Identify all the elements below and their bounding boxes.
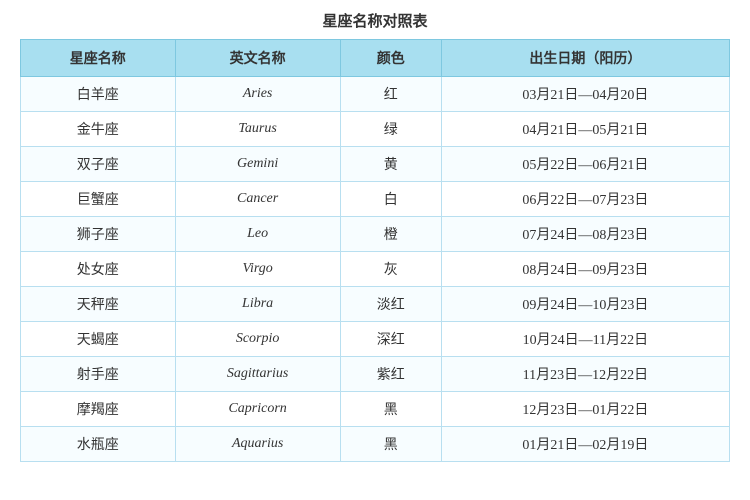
table-row: 狮子座Leo橙07月24日—08月23日 (21, 217, 730, 252)
cell-dates: 01月21日—02月19日 (441, 427, 729, 462)
cell-color: 深红 (340, 322, 441, 357)
cell-color: 黑 (340, 392, 441, 427)
cell-chinese-name: 射手座 (21, 357, 176, 392)
header-english-name: 英文名称 (175, 40, 340, 77)
cell-dates: 06月22日—07月23日 (441, 182, 729, 217)
cell-color: 红 (340, 77, 441, 112)
cell-dates: 12月23日—01月22日 (441, 392, 729, 427)
cell-chinese-name: 双子座 (21, 147, 176, 182)
cell-english-name: Aries (175, 77, 340, 112)
cell-dates: 09月24日—10月23日 (441, 287, 729, 322)
cell-dates: 05月22日—06月21日 (441, 147, 729, 182)
cell-dates: 03月21日—04月20日 (441, 77, 729, 112)
table-row: 摩羯座Capricorn黑12月23日—01月22日 (21, 392, 730, 427)
page-title: 星座名称对照表 (20, 10, 730, 31)
table-row: 处女座Virgo灰08月24日—09月23日 (21, 252, 730, 287)
cell-english-name: Libra (175, 287, 340, 322)
cell-chinese-name: 狮子座 (21, 217, 176, 252)
cell-english-name: Leo (175, 217, 340, 252)
table-row: 天秤座Libra淡红09月24日—10月23日 (21, 287, 730, 322)
table-row: 射手座Sagittarius紫红11月23日—12月22日 (21, 357, 730, 392)
table-row: 天蝎座Scorpio深红10月24日—11月22日 (21, 322, 730, 357)
cell-english-name: Scorpio (175, 322, 340, 357)
table-row: 双子座Gemini黄05月22日—06月21日 (21, 147, 730, 182)
cell-chinese-name: 天蝎座 (21, 322, 176, 357)
table-row: 水瓶座Aquarius黑01月21日—02月19日 (21, 427, 730, 462)
cell-english-name: Taurus (175, 112, 340, 147)
cell-chinese-name: 天秤座 (21, 287, 176, 322)
cell-chinese-name: 白羊座 (21, 77, 176, 112)
cell-english-name: Cancer (175, 182, 340, 217)
cell-dates: 11月23日—12月22日 (441, 357, 729, 392)
cell-chinese-name: 水瓶座 (21, 427, 176, 462)
cell-color: 白 (340, 182, 441, 217)
table-row: 金牛座Taurus绿04月21日—05月21日 (21, 112, 730, 147)
cell-dates: 07月24日—08月23日 (441, 217, 729, 252)
cell-color: 淡红 (340, 287, 441, 322)
page-container: 星座名称对照表 星座名称 英文名称 颜色 出生日期（阳历） 白羊座Aries红0… (0, 0, 750, 500)
cell-chinese-name: 巨蟹座 (21, 182, 176, 217)
header-color: 颜色 (340, 40, 441, 77)
cell-dates: 08月24日—09月23日 (441, 252, 729, 287)
zodiac-table: 星座名称 英文名称 颜色 出生日期（阳历） 白羊座Aries红03月21日—04… (20, 39, 730, 462)
cell-color: 黑 (340, 427, 441, 462)
cell-color: 灰 (340, 252, 441, 287)
table-row: 巨蟹座Cancer白06月22日—07月23日 (21, 182, 730, 217)
cell-color: 紫红 (340, 357, 441, 392)
cell-chinese-name: 处女座 (21, 252, 176, 287)
cell-dates: 10月24日—11月22日 (441, 322, 729, 357)
table-row: 白羊座Aries红03月21日—04月20日 (21, 77, 730, 112)
cell-color: 绿 (340, 112, 441, 147)
cell-english-name: Capricorn (175, 392, 340, 427)
header-chinese-name: 星座名称 (21, 40, 176, 77)
cell-chinese-name: 金牛座 (21, 112, 176, 147)
table-header-row: 星座名称 英文名称 颜色 出生日期（阳历） (21, 40, 730, 77)
cell-color: 黄 (340, 147, 441, 182)
cell-chinese-name: 摩羯座 (21, 392, 176, 427)
header-dates: 出生日期（阳历） (441, 40, 729, 77)
cell-english-name: Gemini (175, 147, 340, 182)
cell-color: 橙 (340, 217, 441, 252)
cell-english-name: Virgo (175, 252, 340, 287)
cell-dates: 04月21日—05月21日 (441, 112, 729, 147)
cell-english-name: Sagittarius (175, 357, 340, 392)
cell-english-name: Aquarius (175, 427, 340, 462)
